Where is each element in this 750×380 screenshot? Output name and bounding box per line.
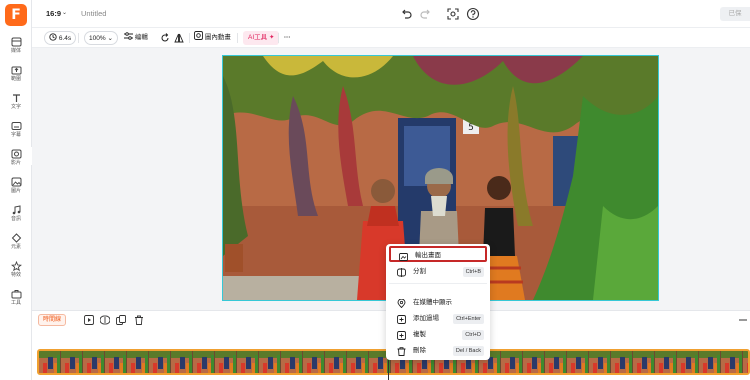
top-bar: 16:9 ⌄ Untitled 已保	[32, 0, 750, 28]
sidebar-item-music[interactable]: 音訊	[0, 203, 32, 229]
sidebar-item-label: 媒体	[10, 48, 21, 54]
copy-icon	[397, 331, 406, 340]
sidebar-item-upload[interactable]: 範圍	[0, 63, 32, 89]
editor-app: F 媒体 範圍 文字 字幕 影片 圖片 音訊 元素 特效 工具 16:9 ⌄ U…	[0, 0, 750, 380]
sidebar-item-label: 元素	[10, 244, 21, 250]
timeline-tag[interactable]: 時間線	[38, 314, 67, 326]
zoom-value: 100%	[89, 35, 106, 42]
sidebar-item-label: 影片	[10, 160, 21, 166]
trash-icon	[397, 347, 406, 356]
timeline-tag-label: 時間線	[43, 317, 62, 323]
left-sidebar: F 媒体 範圍 文字 字幕 影片 圖片 音訊 元素 特效 工具	[0, 0, 32, 380]
export-frame-icon	[399, 253, 408, 261]
sidebar-item-video[interactable]: 影片	[0, 147, 32, 173]
shortcut-badge: Del / Back	[452, 346, 484, 356]
menu-item-delete[interactable]: 刪除 Del / Back	[389, 343, 487, 359]
sidebar-item-label: 文字	[10, 104, 21, 110]
menu-item-copy[interactable]: 複製 Ctrl+D	[389, 327, 487, 343]
in-animation-label: 圖內動畫	[204, 34, 231, 41]
sliders-icon	[124, 32, 133, 40]
duration-button[interactable]: 6.4s	[44, 31, 77, 45]
more-button[interactable]: ···	[284, 31, 291, 45]
menu-item-export-frame[interactable]: 輸出畫面	[389, 246, 487, 262]
sidebar-item-label: 工具	[10, 300, 21, 306]
menu-item-label: 添加過場	[413, 315, 439, 322]
element-icon	[11, 233, 21, 243]
menu-item-split[interactable]: 分割 Ctrl+B	[389, 264, 487, 280]
shortcut-badge: Ctrl+D	[462, 330, 484, 340]
menu-item-add-transition[interactable]: 添加過場 Ctrl+Enter	[389, 311, 487, 327]
in-animation-button[interactable]: 圖內動畫	[194, 31, 231, 45]
text-icon	[12, 94, 20, 102]
media-icon	[11, 37, 21, 47]
shortcut-badge: Ctrl+Enter	[453, 314, 484, 324]
sidebar-item-media[interactable]: 媒体	[0, 35, 32, 61]
menu-item-show-in-media[interactable]: 在媒體中顯示	[389, 295, 487, 311]
edit-toolbar: 6.4s 100% ⌄ 编輯 圖內動畫 AI工具 ✦ ···	[32, 28, 750, 48]
sidebar-item-label: 圖片	[10, 188, 21, 194]
sidebar-item-label: 特效	[10, 272, 21, 278]
split-icon	[397, 268, 406, 277]
help-icon[interactable]	[466, 7, 480, 21]
toolbar-divider	[278, 33, 279, 43]
sidebar-item-subtitle[interactable]: 字幕	[0, 119, 32, 145]
effects-icon	[10, 261, 22, 271]
menu-item-label: 在媒體中顯示	[413, 299, 452, 306]
menu-divider	[389, 283, 487, 284]
animation-icon	[194, 31, 203, 40]
music-icon	[12, 205, 20, 215]
chevron-down-icon: ⌄	[107, 35, 113, 42]
menu-item-label: 輸出畫面	[415, 252, 441, 259]
rotate-icon[interactable]	[160, 33, 170, 43]
undo-icon[interactable]	[399, 7, 413, 21]
sidebar-item-image[interactable]: 圖片	[0, 175, 32, 201]
chevron-down-icon[interactable]: ⌄	[62, 9, 67, 16]
menu-item-label: 刪除	[413, 347, 426, 354]
ai-tools-button[interactable]: AI工具 ✦	[243, 31, 280, 45]
edit-label: 编輯	[134, 34, 148, 41]
toolbar-divider	[78, 33, 79, 43]
aspect-ratio-select[interactable]: 16:9	[46, 9, 61, 18]
video-icon	[11, 149, 21, 159]
context-menu: 輸出畫面 分割 Ctrl+B 在媒體中顯示 添加過場 Ctrl+Enter 複製…	[386, 244, 490, 360]
duplicate-icon[interactable]	[116, 315, 126, 325]
sidebar-item-effects[interactable]: 特效	[0, 259, 32, 285]
app-logo[interactable]: F	[5, 4, 27, 26]
sidebar-item-label: 音訊	[10, 216, 21, 222]
split-clip-icon[interactable]	[100, 315, 110, 325]
upload-icon	[11, 66, 21, 75]
toolbar-divider	[189, 33, 190, 43]
shortcut-badge: Ctrl+B	[462, 267, 484, 277]
menu-item-label: 複製	[413, 331, 426, 338]
project-title[interactable]: Untitled	[81, 9, 106, 18]
sparkle-icon: ✦	[268, 34, 275, 41]
sidebar-item-tools[interactable]: 工具	[0, 287, 32, 313]
flip-icon[interactable]	[174, 33, 184, 43]
export-button[interactable]: 已保	[720, 7, 750, 21]
tools-icon	[11, 290, 21, 299]
image-icon	[11, 177, 21, 187]
redo-icon[interactable]	[419, 7, 433, 21]
add-transition-icon	[397, 315, 406, 324]
sidebar-item-text[interactable]: 文字	[0, 91, 32, 117]
zoom-select[interactable]: 100% ⌄	[84, 31, 118, 45]
toolbar-divider	[237, 33, 238, 43]
subtitle-icon	[11, 122, 21, 130]
timeline-more-icon[interactable]	[739, 318, 747, 322]
play-box-icon[interactable]	[84, 315, 94, 325]
sidebar-item-label: 範圍	[10, 76, 21, 82]
delete-icon[interactable]	[134, 315, 144, 325]
clock-icon	[49, 33, 57, 41]
ai-tools-label: AI工具	[248, 34, 268, 41]
screenshot-icon[interactable]	[446, 7, 460, 21]
location-icon	[397, 299, 406, 308]
menu-item-label: 分割	[413, 268, 426, 275]
edit-button[interactable]: 编輯	[124, 31, 148, 45]
sidebar-item-element[interactable]: 元素	[0, 231, 32, 257]
sidebar-item-label: 字幕	[10, 132, 21, 138]
duration-value: 6.4s	[58, 35, 72, 42]
